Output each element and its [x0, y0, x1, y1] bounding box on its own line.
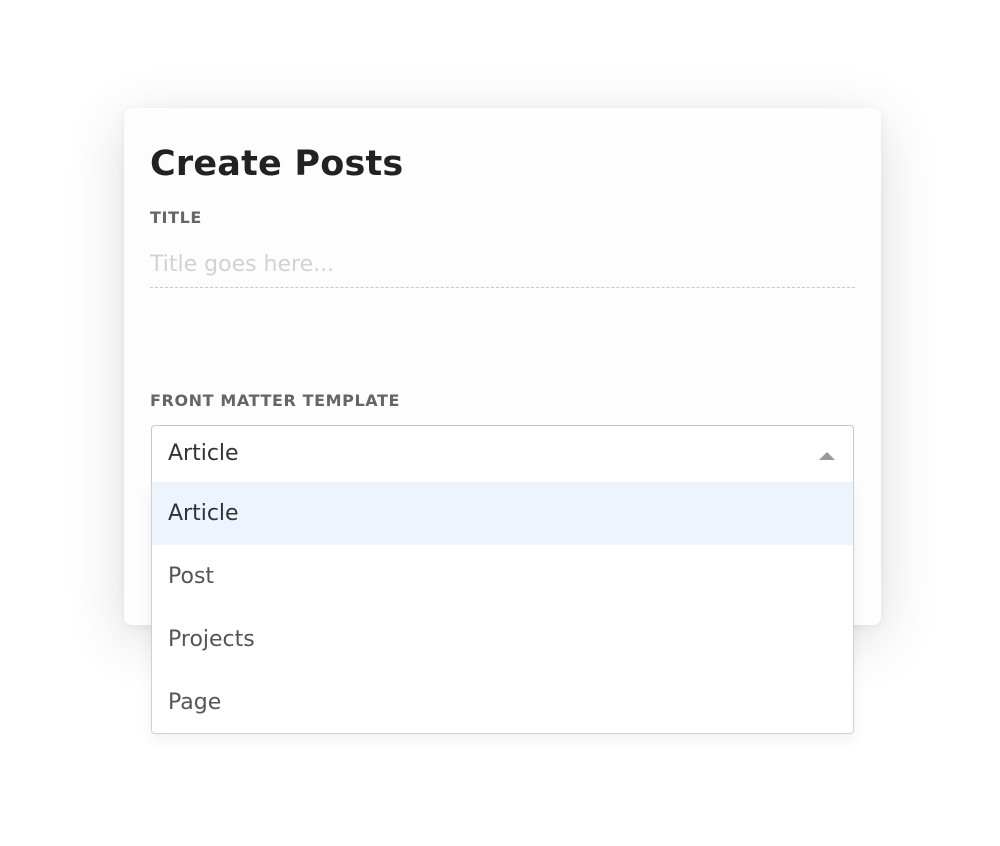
- page-background: Create Posts TITLE FRONT MATTER TEMPLATE…: [0, 0, 1000, 846]
- template-select-value: Article: [168, 441, 239, 466]
- template-option-page[interactable]: Page: [152, 671, 853, 733]
- template-field-label: FRONT MATTER TEMPLATE: [150, 391, 401, 410]
- dialog-title: Create Posts: [150, 144, 404, 184]
- template-option-post[interactable]: Post: [152, 545, 853, 608]
- template-dropdown-menu: Article Post Projects Page: [151, 482, 854, 734]
- title-field-label: TITLE: [150, 208, 202, 227]
- title-input[interactable]: [150, 242, 855, 288]
- caret-up-icon[interactable]: [819, 452, 835, 460]
- template-select[interactable]: Article: [151, 425, 854, 483]
- template-option-projects[interactable]: Projects: [152, 608, 853, 671]
- template-option-article[interactable]: Article: [152, 482, 853, 545]
